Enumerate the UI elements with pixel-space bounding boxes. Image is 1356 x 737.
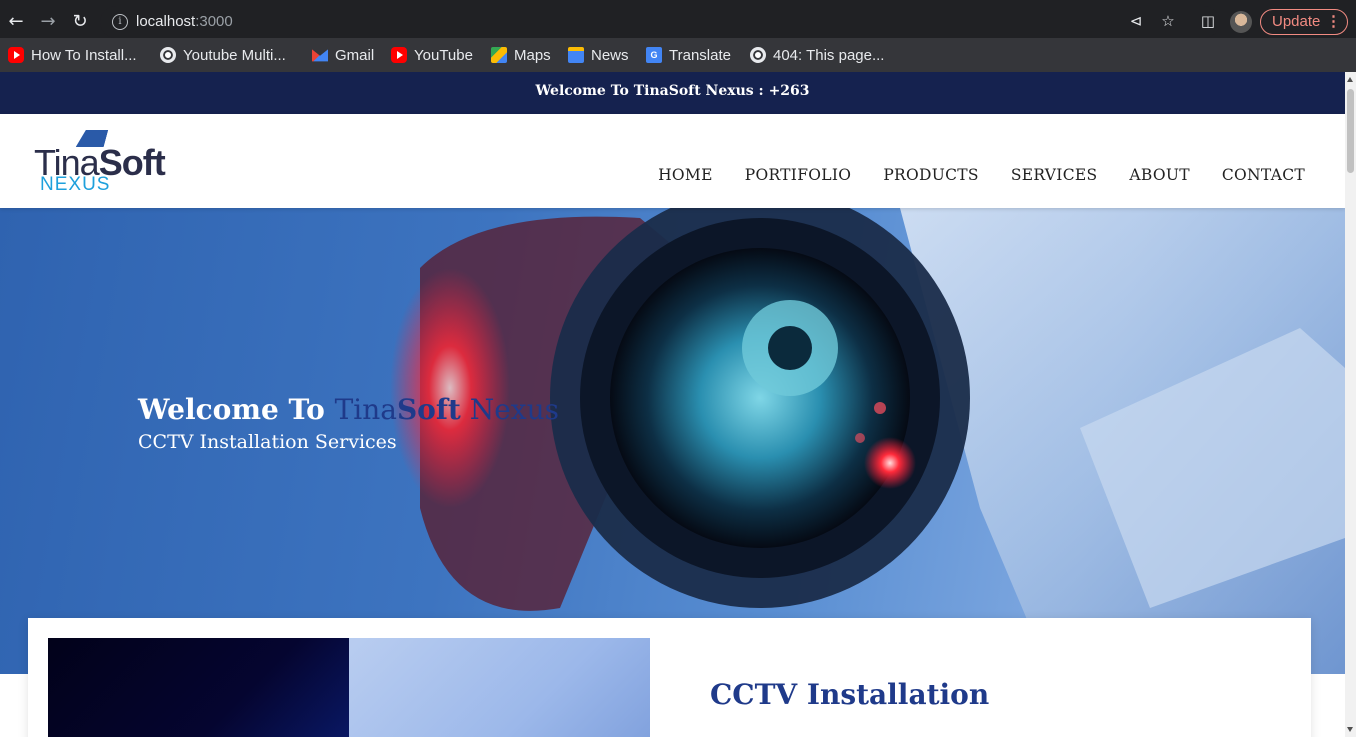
- topbar-text: Welcome To TinaSoft Nexus : +263: [535, 83, 810, 99]
- scroll-down-icon[interactable]: [1347, 727, 1353, 732]
- bookmark-item[interactable]: News: [568, 46, 629, 64]
- youtube-icon: [8, 47, 24, 63]
- forward-icon[interactable]: →: [36, 10, 60, 34]
- side-panel-icon[interactable]: ◫: [1198, 11, 1218, 31]
- url-text[interactable]: localhost:3000: [136, 13, 233, 30]
- nav-contact[interactable]: CONTACT: [1222, 166, 1305, 184]
- nav-about[interactable]: ABOUT: [1129, 166, 1189, 184]
- top-welcome-bar: Welcome To TinaSoft Nexus : +263: [0, 72, 1345, 114]
- menu-dots-icon[interactable]: ⋮: [1326, 10, 1341, 34]
- site-header: TinaSoft NEXUS HOME PORTIFOLIO PRODUCTS …: [0, 114, 1345, 208]
- profile-avatar[interactable]: [1230, 11, 1252, 33]
- news-icon: [568, 47, 584, 63]
- scroll-thumb[interactable]: [1347, 89, 1354, 173]
- bookmark-item[interactable]: Gmail: [312, 46, 374, 64]
- main-nav: HOME PORTIFOLIO PRODUCTS SERVICES ABOUT …: [658, 166, 1305, 184]
- card-image-right-panel: [349, 638, 650, 737]
- star-icon[interactable]: ☆: [1158, 11, 1178, 31]
- maps-icon: [491, 47, 507, 63]
- reload-icon[interactable]: ↻: [68, 10, 92, 34]
- bookmark-item[interactable]: How To Install...: [8, 46, 137, 64]
- share-icon[interactable]: ⊲: [1126, 11, 1146, 31]
- gmail-icon: [312, 49, 328, 62]
- address-bar[interactable]: i localhost:3000: [100, 6, 1220, 38]
- translate-icon: G: [646, 47, 662, 63]
- hero-subtitle: CCTV Installation Services: [138, 431, 397, 453]
- nav-home[interactable]: HOME: [658, 166, 713, 184]
- nav-services[interactable]: SERVICES: [1011, 166, 1098, 184]
- globe-icon: [160, 47, 176, 63]
- bookmark-item[interactable]: Maps: [491, 46, 551, 64]
- youtube-icon: [391, 47, 407, 63]
- bookmark-item[interactable]: Youtube Multi...: [160, 46, 286, 64]
- service-card-image: [48, 638, 650, 737]
- service-card-title: CCTV Installation: [710, 678, 990, 711]
- bookmark-item[interactable]: G Translate: [646, 46, 731, 64]
- bookmark-item[interactable]: YouTube: [391, 46, 473, 64]
- hero-title: Welcome To TinaSoft Nexus: [138, 393, 559, 426]
- hero-banner: Welcome To TinaSoft Nexus CCTV Installat…: [0, 208, 1345, 674]
- site-logo[interactable]: TinaSoft NEXUS: [34, 130, 174, 195]
- bookmarks-bar: How To Install... Youtube Multi... Gmail…: [0, 38, 1356, 72]
- info-icon[interactable]: i: [112, 14, 128, 30]
- back-icon[interactable]: ←: [4, 10, 28, 34]
- page-viewport: Welcome To TinaSoft Nexus : +263 TinaSof…: [0, 72, 1345, 737]
- scroll-up-icon[interactable]: [1347, 77, 1353, 82]
- card-image-left-panel: [48, 638, 349, 737]
- page-scrollbar[interactable]: [1345, 72, 1356, 737]
- logo-subtitle: NEXUS: [40, 174, 111, 195]
- service-card: CCTV Installation: [28, 618, 1311, 737]
- update-button[interactable]: Update ⋮: [1260, 9, 1348, 35]
- nav-products[interactable]: PRODUCTS: [883, 166, 979, 184]
- globe-icon: [750, 47, 766, 63]
- hero-brand: TinaSoft Nexus: [334, 393, 559, 426]
- nav-portfolio[interactable]: PORTIFOLIO: [745, 166, 852, 184]
- bookmark-item[interactable]: 404: This page...: [750, 46, 884, 64]
